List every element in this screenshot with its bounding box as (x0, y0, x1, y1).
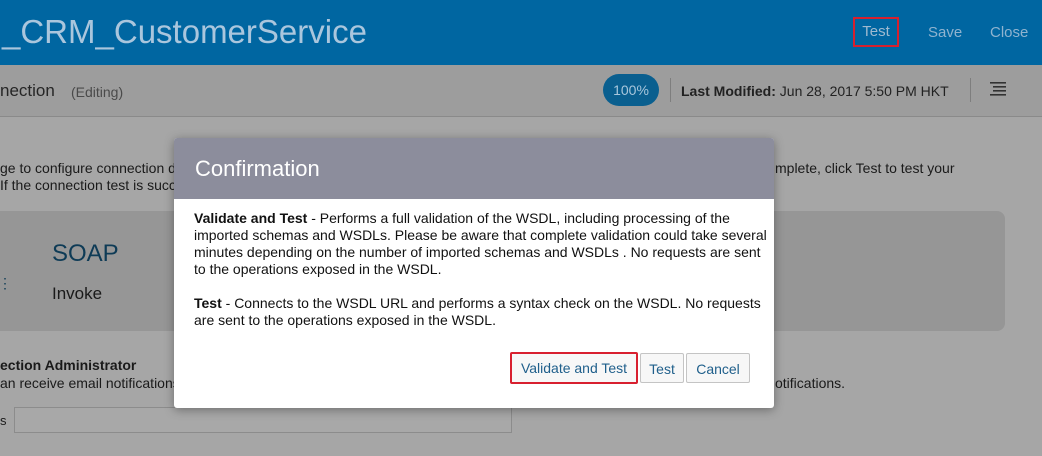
connection-admin-heading: ection Administrator (0, 357, 137, 373)
intro-text-line1-right: mplete, click Test to test your (775, 160, 955, 176)
confirmation-dialog: Confirmation Validate and Test - Perform… (174, 138, 774, 408)
last-modified-value: Jun 28, 2017 5:50 PM HKT (779, 83, 949, 99)
adapter-role: Invoke (52, 284, 103, 303)
adapter-title: SOAP (52, 240, 119, 267)
connection-admin-desc: an receive email notifications (0, 375, 180, 391)
divider (670, 78, 671, 102)
email-field-label: s (0, 413, 7, 428)
cancel-button[interactable]: Cancel (686, 353, 750, 383)
test-button[interactable]: Test (853, 17, 899, 47)
validate-and-test-description: Validate and Test - Performs a full vali… (194, 210, 774, 278)
divider (970, 78, 971, 102)
dialog-body: Validate and Test - Performs a full vali… (194, 210, 774, 329)
last-modified: Last Modified: Jun 28, 2017 5:50 PM HKT (681, 83, 949, 99)
validate-and-test-button[interactable]: Validate and Test (510, 352, 638, 384)
dialog-title: Confirmation (195, 156, 320, 181)
adapter-icon: ⋮ (0, 275, 12, 291)
dialog-header: Confirmation (174, 138, 774, 199)
app-title: _CRM_CustomerService (2, 13, 367, 50)
intro-text-line1: ge to configure connection d (0, 160, 176, 176)
save-button[interactable]: Save (928, 24, 962, 41)
test-term: Test (194, 295, 222, 311)
connection-header: nection (Editing) 100% Last Modified: Ju… (0, 65, 1042, 117)
progress-badge[interactable]: 100% (603, 74, 659, 106)
editing-status: (Editing) (71, 84, 124, 100)
test-description: Test - Connects to the WSDL URL and perf… (194, 295, 774, 329)
hamburger-menu-icon[interactable] (990, 81, 1006, 97)
connection-admin-desc-right: otifications. (775, 375, 846, 391)
app-header: _CRM_CustomerService Test Save Close (0, 0, 1042, 65)
last-modified-label: Last Modified: (681, 83, 776, 99)
dialog-test-button[interactable]: Test (640, 353, 684, 383)
email-address-input[interactable] (14, 407, 512, 433)
test-text: - Connects to the WSDL URL and performs … (194, 295, 761, 328)
intro-text-line2: If the connection test is succ (0, 177, 176, 193)
close-button[interactable]: Close (990, 24, 1028, 41)
validate-and-test-term: Validate and Test (194, 210, 308, 226)
connection-title: nection (0, 81, 55, 100)
